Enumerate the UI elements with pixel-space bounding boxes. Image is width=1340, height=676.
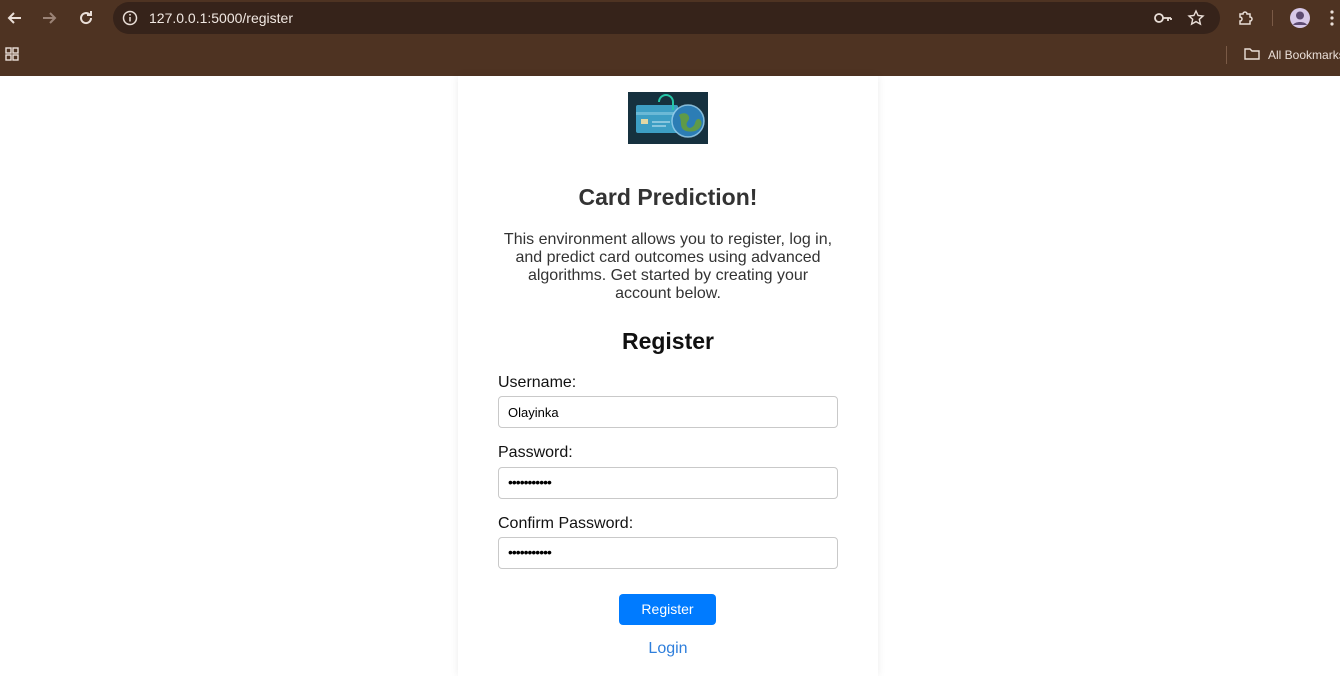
password-label: Password: <box>498 444 573 461</box>
avatar-icon <box>1290 8 1310 28</box>
app-logo-image <box>628 92 708 144</box>
login-link[interactable]: Login <box>458 640 878 658</box>
url-text[interactable]: 127.0.0.1:5000/register <box>149 10 293 26</box>
all-bookmarks-folder[interactable] <box>1240 42 1264 66</box>
arrow-left-icon <box>7 12 21 24</box>
register-card: Card Prediction! This environment allows… <box>458 76 878 676</box>
forward-button[interactable] <box>37 6 61 30</box>
confirm-password-label: Confirm Password: <box>498 515 634 532</box>
address-bar[interactable]: 127.0.0.1:5000/register <box>113 2 1220 34</box>
password-value[interactable]: ••••••••••• <box>508 474 552 490</box>
username-field[interactable]: Olayinka <box>498 396 838 428</box>
three-dots-icon <box>1330 10 1334 26</box>
register-heading: Register <box>621 328 715 354</box>
intro-text: This environment allows you to register,… <box>503 231 833 302</box>
all-bookmarks-label[interactable]: All Bookmarks <box>1268 48 1340 62</box>
page-title: Card Prediction! <box>578 184 758 210</box>
profile-button[interactable] <box>1288 6 1312 30</box>
username-value[interactable]: Olayinka <box>508 405 559 420</box>
bookmarks-bar: All Bookmarks <box>0 40 1340 70</box>
browser-toolbar: 127.0.0.1:5000/register <box>0 0 1340 36</box>
username-label: Username: <box>498 374 577 391</box>
toolbar-divider <box>1272 10 1273 26</box>
folder-icon <box>1244 48 1260 60</box>
key-icon[interactable] <box>1153 8 1173 28</box>
puzzle-piece-icon <box>1239 11 1253 25</box>
menu-button[interactable] <box>1325 6 1339 30</box>
extensions-button[interactable] <box>1233 6 1257 30</box>
register-button[interactable]: Register <box>619 594 716 625</box>
info-icon[interactable] <box>120 8 140 28</box>
arrow-right-icon <box>43 12 57 24</box>
grid-icon <box>5 47 19 61</box>
back-button[interactable] <box>3 6 27 30</box>
password-field[interactable]: ••••••••••• <box>498 467 838 499</box>
info-icon-svg <box>122 10 138 26</box>
reload-button[interactable] <box>74 6 98 30</box>
apps-button[interactable] <box>0 42 24 66</box>
reload-icon <box>80 11 93 25</box>
star-icon[interactable] <box>1186 8 1206 28</box>
confirm-password-field[interactable]: ••••••••••• <box>498 537 838 569</box>
browser-chrome: 127.0.0.1:5000/register All Bookmarks <box>0 0 1340 76</box>
card-globe-illustration <box>628 92 708 144</box>
bookmarks-divider <box>1226 46 1227 64</box>
confirm-password-value[interactable]: ••••••••••• <box>508 544 552 560</box>
page-content: Card Prediction! This environment allows… <box>0 76 1340 676</box>
